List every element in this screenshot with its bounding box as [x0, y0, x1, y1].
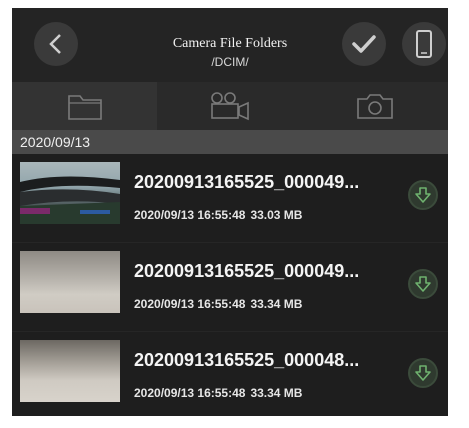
video-thumbnail [20, 340, 120, 402]
file-name: 20200913165525_000048... [134, 350, 360, 370]
file-size: 33.34 MB [250, 297, 303, 311]
file-meta: 2020/09/13 16:55:48 33.34 MB [134, 297, 302, 311]
tab-photos[interactable] [303, 82, 448, 130]
top-bar: Camera File Folders /DCIM/ [12, 8, 448, 82]
file-row[interactable]: 20200913165525_000049... 2020/09/13 16:5… [12, 242, 448, 331]
back-button[interactable] [34, 22, 78, 66]
file-datetime: 2020/09/13 16:55:48 [134, 297, 246, 311]
file-name: 20200913165525_000049... [134, 172, 360, 192]
check-icon [352, 35, 376, 53]
photo-camera-icon [357, 94, 394, 119]
app-screen: Camera File Folders /DCIM/ 2020/09/13 20… [12, 8, 448, 416]
file-size: 33.34 MB [250, 386, 303, 400]
file-meta: 2020/09/13 16:55:48 33.03 MB [134, 208, 302, 222]
phone-icon [416, 30, 432, 58]
confirm-button[interactable] [342, 22, 386, 66]
file-list: 20200913165525_000049... 2020/09/13 16:5… [12, 154, 448, 416]
file-size: 33.03 MB [250, 208, 303, 222]
tab-videos[interactable] [157, 82, 302, 130]
device-button[interactable] [402, 22, 446, 66]
file-name: 20200913165525_000049... [134, 261, 360, 281]
download-icon [415, 276, 431, 292]
download-icon [415, 365, 431, 381]
tab-folders[interactable] [12, 82, 158, 130]
file-datetime: 2020/09/13 16:55:48 [134, 208, 246, 222]
title-block: Camera File Folders /DCIM/ [122, 36, 338, 70]
download-button[interactable] [408, 358, 438, 388]
chevron-left-icon [49, 34, 61, 54]
download-button[interactable] [408, 180, 438, 210]
page-title: Camera File Folders [172, 36, 288, 51]
video-thumbnail [20, 162, 120, 224]
file-datetime: 2020/09/13 16:55:48 [134, 386, 246, 400]
download-icon [415, 187, 431, 203]
folder-icon [67, 95, 102, 120]
file-meta: 2020/09/13 16:55:48 33.34 MB [134, 386, 302, 400]
video-camera-icon [211, 92, 249, 121]
file-row[interactable]: 20200913165525_000049... 2020/09/13 16:5… [12, 154, 448, 242]
download-button[interactable] [408, 269, 438, 299]
folder-path: /DCIM/ [211, 55, 249, 69]
date-group-header: 2020/09/13 [12, 130, 448, 154]
file-row[interactable]: 20200913165525_000048... 2020/09/13 16:5… [12, 331, 448, 416]
media-tabs [12, 82, 448, 130]
video-thumbnail [20, 251, 120, 313]
